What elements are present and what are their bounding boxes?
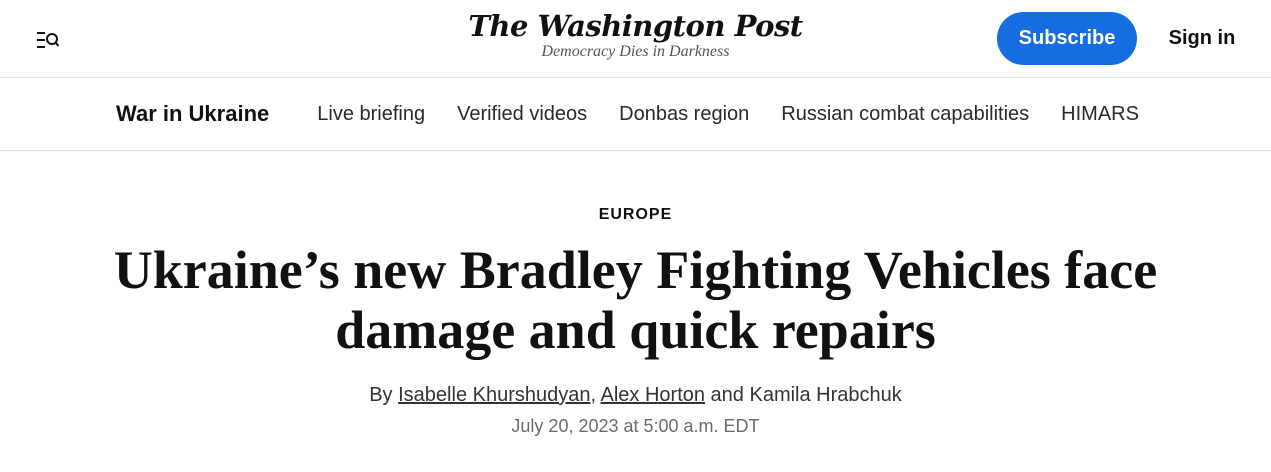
nav-link-russian-combat-capabilities[interactable]: Russian combat capabilities — [781, 103, 1029, 126]
nav-link-live-briefing[interactable]: Live briefing — [317, 103, 425, 126]
article-kicker[interactable]: EUROPE — [0, 206, 1271, 224]
author-link-isabelle-khurshudyan[interactable]: Isabelle Khurshudyan — [398, 384, 590, 406]
byline-separator: and — [705, 384, 750, 406]
nav-link-verified-videos[interactable]: Verified videos — [457, 103, 587, 126]
author-kamila-hrabchuk: Kamila Hrabchuk — [749, 384, 902, 406]
author-link-alex-horton[interactable]: Alex Horton — [601, 384, 706, 406]
masthead: The Washington Post Democracy Dies in Da… — [0, 0, 1271, 78]
nav-link-donbas-region[interactable]: Donbas region — [619, 103, 749, 126]
sign-in-button[interactable]: Sign in — [1160, 12, 1244, 65]
article-headline: Ukraine’s new Bradley Fighting Vehicles … — [113, 240, 1158, 360]
byline-separator: , — [590, 384, 601, 406]
section-title[interactable]: War in Ukraine — [116, 101, 269, 127]
article-byline: By Isabelle Khurshudyan, Alex Horton and… — [0, 384, 1271, 407]
article-timestamp: July 20, 2023 at 5:00 a.m. EDT — [511, 416, 760, 436]
byline-prefix: By — [369, 384, 399, 406]
subscribe-button[interactable]: Subscribe — [997, 12, 1137, 65]
nav-link-himars[interactable]: HIMARS — [1061, 103, 1139, 126]
section-nav: War in Ukraine Live briefing Verified vi… — [0, 78, 1271, 151]
